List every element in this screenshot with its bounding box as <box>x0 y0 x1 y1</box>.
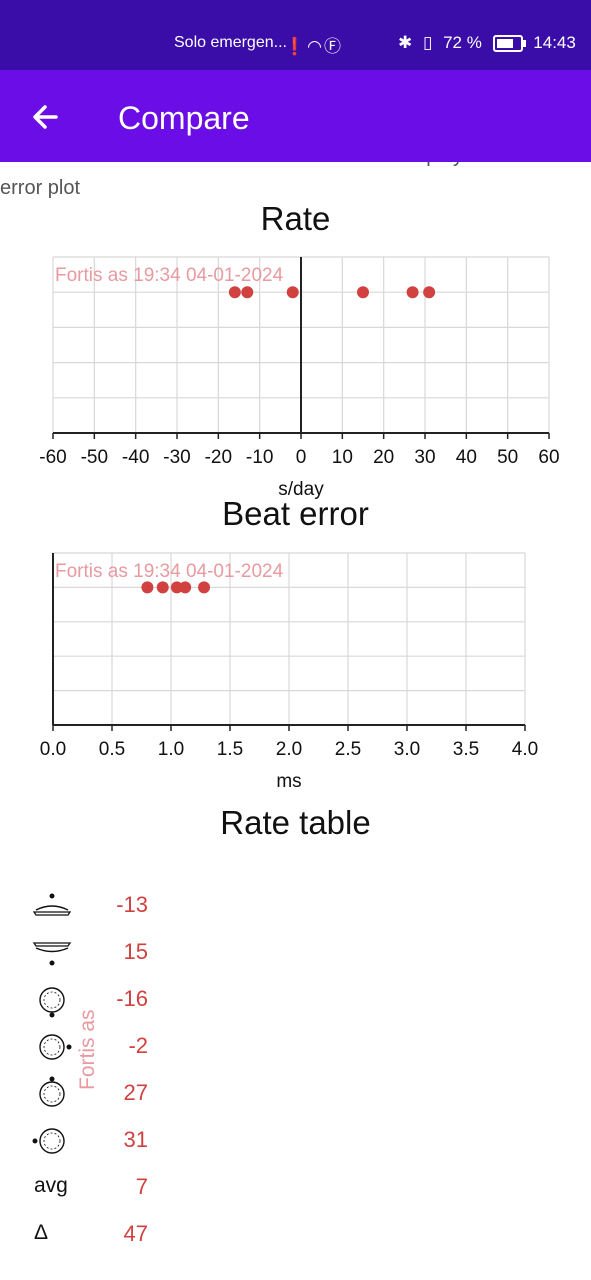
rate-table-row: 15 <box>0 931 300 971</box>
x-tick-label: 0 <box>296 447 307 468</box>
info-note: The results that don't have beat error a… <box>0 162 591 199</box>
carrier-text: Solo emergen... <box>174 34 287 51</box>
x-tick-label: 30 <box>414 447 435 468</box>
beat-error-chart: 0.0 0.5 1.0 1.5 2.0 2.5 3.0 3.5 4.0 ms Fortis as 1… <box>40 552 538 792</box>
x-axis-label: ms <box>276 771 301 792</box>
rate-table-row: avg 7 <box>0 1166 300 1206</box>
rate-table-value: 31 <box>123 1127 148 1152</box>
data-point <box>179 581 192 594</box>
alert-icon: ❗ <box>284 37 308 56</box>
x-tick-label: -10 <box>246 447 273 468</box>
rate-table-series-name: Fortis as <box>76 1009 99 1090</box>
beat-error-chart-title: Beat error <box>222 495 369 532</box>
rate-table-value: -13 <box>116 892 148 917</box>
app-bar: Compare <box>0 70 591 162</box>
rate-chart-title: Rate <box>260 200 331 237</box>
compare-content[interactable]: The results that don't have beat error a… <box>0 162 591 1280</box>
wifi-icon: ◠ <box>307 37 325 56</box>
system-indicators: ✱ ▯ 72 % 14:43 <box>392 33 576 53</box>
series-label: Fortis as 19:34 04-01-2024 <box>55 561 284 582</box>
x-tick-label: 2.5 <box>335 739 361 760</box>
data-point <box>406 286 419 299</box>
x-tick-label: -40 <box>122 447 149 468</box>
rate-table-row: -16 <box>0 978 300 1018</box>
battery-icon <box>492 35 526 53</box>
x-tick-label: 2.0 <box>276 739 302 760</box>
crown-up-icon <box>30 1076 78 1112</box>
arrow-left-icon <box>33 105 58 129</box>
crown-right-icon <box>30 1029 78 1065</box>
x-tick-label: 1.5 <box>217 739 243 760</box>
rate-table-row: -2 <box>0 1025 300 1065</box>
x-tick-label: 40 <box>456 447 477 468</box>
rate-table-row: 27 <box>0 1072 300 1112</box>
x-tick-label: 4.0 <box>512 739 538 760</box>
rate-table-row: 31 <box>0 1119 300 1159</box>
dial-down-icon <box>30 935 78 971</box>
x-tick-label: -20 <box>205 447 232 468</box>
rate-table-row: -13 <box>0 884 300 924</box>
rate-table-title: Rate table <box>220 804 371 841</box>
notification-icons: ❗◠Ⓕ <box>284 32 343 57</box>
x-tick-label: -60 <box>39 447 66 468</box>
x-tick-label: 10 <box>332 447 353 468</box>
rate-table-value: 47 <box>123 1221 148 1246</box>
vibrate-icon: ▯ <box>422 33 433 52</box>
data-point <box>198 581 211 594</box>
data-point <box>141 581 154 594</box>
rate-table-value: 7 <box>135 1174 148 1199</box>
rate-table-row-label: Δ <box>34 1221 49 1244</box>
back-button[interactable] <box>26 92 70 136</box>
x-tick-label: -30 <box>163 447 190 468</box>
data-point <box>241 286 254 299</box>
x-tick-label: 20 <box>373 447 394 468</box>
x-tick-label: 3.5 <box>453 739 479 760</box>
rate-table-row-label: avg <box>34 1174 68 1197</box>
x-tick-label: 1.0 <box>158 739 184 760</box>
x-tick-label: 60 <box>538 447 559 468</box>
x-tick-label: 3.0 <box>394 739 420 760</box>
data-point <box>286 286 299 299</box>
crown-down-icon <box>30 982 78 1018</box>
clock: 14:43 <box>533 33 576 52</box>
rate-table-value: -16 <box>116 986 148 1011</box>
bluetooth-icon: ✱ <box>398 33 413 52</box>
rate-table-row: Δ 47 <box>0 1213 300 1253</box>
crown-left-icon <box>30 1123 78 1159</box>
x-tick-label: -50 <box>81 447 108 468</box>
facebook-icon: Ⓕ <box>324 37 344 56</box>
data-point <box>156 581 169 594</box>
x-tick-label: 50 <box>497 447 518 468</box>
series-label: Fortis as 19:34 04-01-2024 <box>55 265 284 286</box>
data-point <box>357 286 369 299</box>
x-tick-label: 0.5 <box>99 739 125 760</box>
page-title: Compare <box>118 100 250 136</box>
data-point <box>228 286 241 299</box>
battery-percent: 72 % <box>443 33 482 52</box>
rate-table-value: 15 <box>123 939 148 964</box>
x-tick-label: 0.0 <box>40 739 66 760</box>
status-bar: Solo emergen... ❗◠Ⓕ ✱ ▯ 72 % 14:43 <box>0 0 591 70</box>
data-point <box>423 286 436 299</box>
dial-up-icon <box>30 888 78 924</box>
